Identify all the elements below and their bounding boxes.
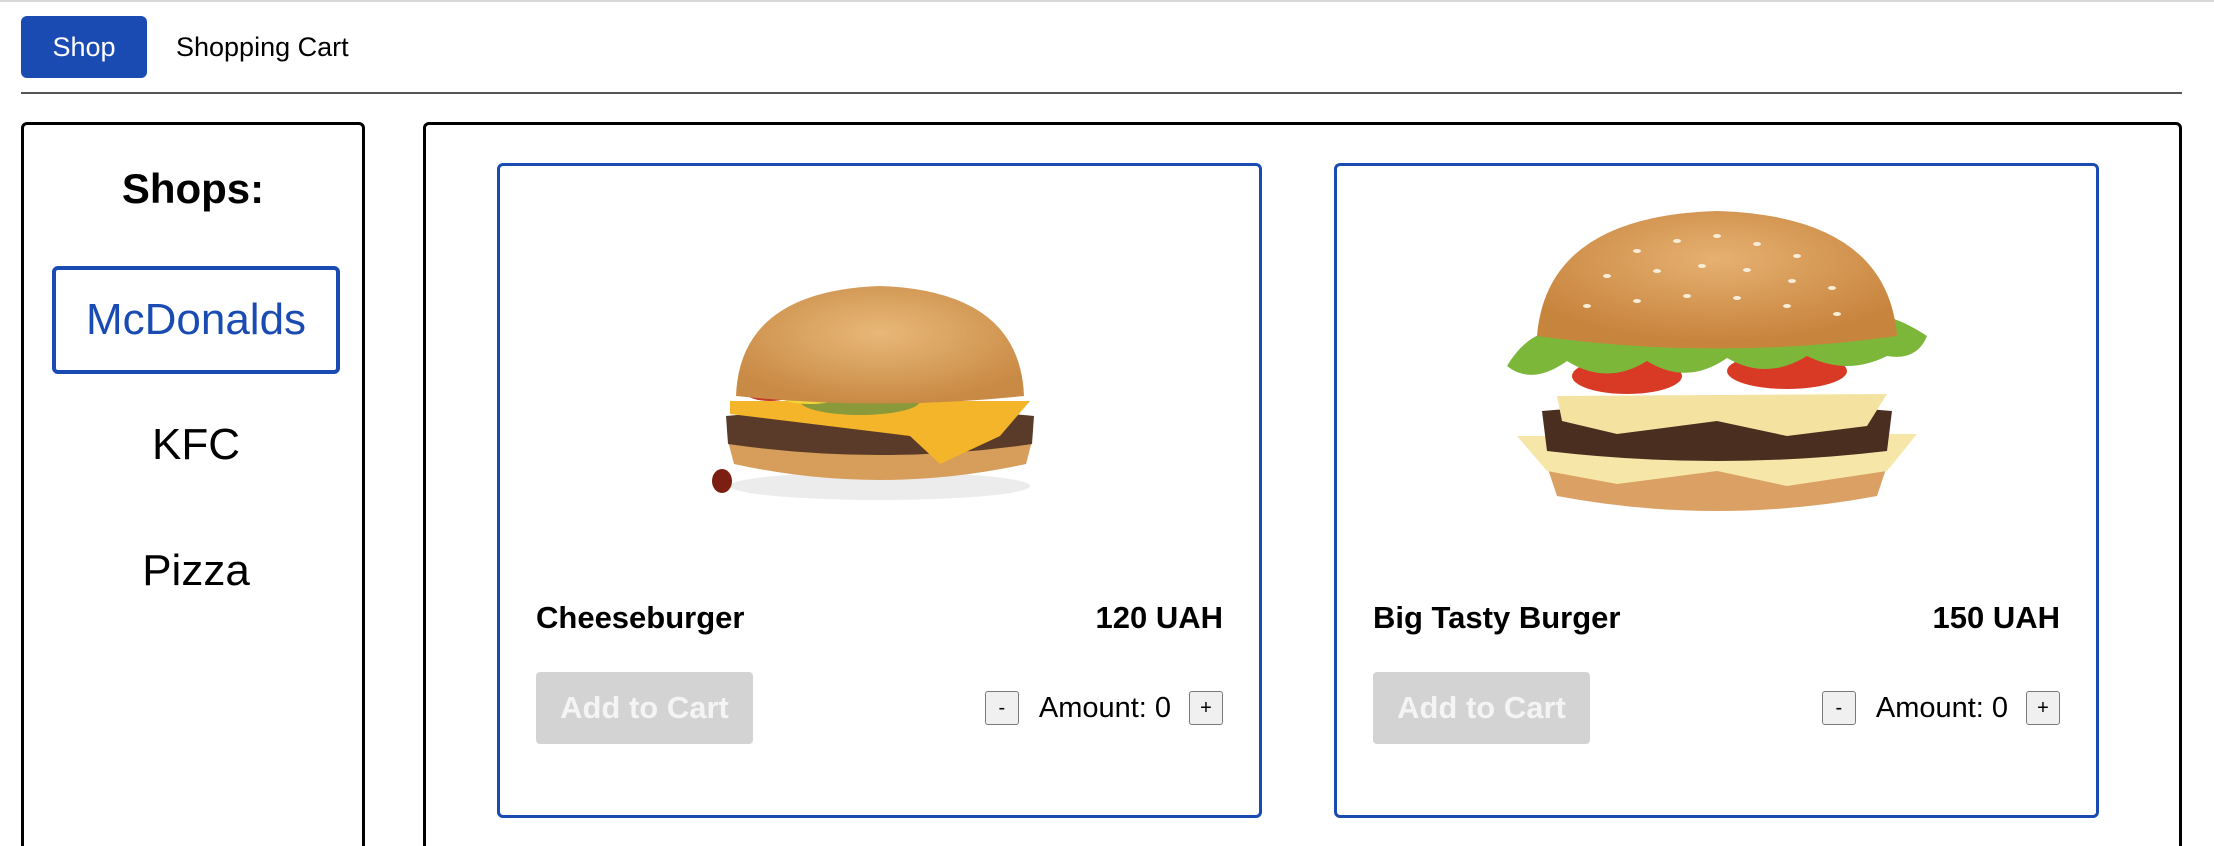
product-price: 120 UAH bbox=[1095, 600, 1224, 635]
product-name: Cheeseburger bbox=[536, 600, 745, 635]
cheeseburger-image bbox=[500, 196, 1259, 526]
add-to-cart-button[interactable]: Add to Cart bbox=[1373, 672, 1590, 744]
amount-value: 0 bbox=[1991, 691, 2008, 724]
increment-button[interactable]: + bbox=[2026, 691, 2060, 725]
nav-shopping-cart-link[interactable]: Shopping Cart bbox=[176, 32, 349, 63]
amount-display: Amount: 0 bbox=[1039, 692, 1171, 725]
products-panel: Cheeseburger 120 UAH Add to Cart - Amoun… bbox=[423, 122, 2182, 846]
big-tasty-burger-image bbox=[1337, 196, 2096, 526]
top-nav: Shop Shopping Cart bbox=[21, 16, 349, 78]
sidebar-item-mcdonalds[interactable]: McDonalds bbox=[52, 266, 340, 374]
nav-divider bbox=[21, 92, 2182, 94]
decrement-button[interactable]: - bbox=[984, 691, 1019, 725]
decrement-button[interactable]: - bbox=[1821, 691, 1856, 725]
increment-button[interactable]: + bbox=[1189, 691, 1223, 725]
top-rule bbox=[0, 0, 2214, 2]
product-card: Cheeseburger 120 UAH Add to Cart - Amoun… bbox=[497, 163, 1262, 818]
amount-label: Amount: bbox=[1038, 691, 1147, 724]
amount-display: Amount: 0 bbox=[1876, 692, 2008, 725]
amount-stepper: - Amount: 0 + bbox=[984, 689, 1223, 727]
add-to-cart-button[interactable]: Add to Cart bbox=[536, 672, 753, 744]
shops-sidebar: Shops: McDonalds KFC Pizza bbox=[21, 122, 365, 846]
nav-shop-button[interactable]: Shop bbox=[21, 16, 147, 78]
app-page: Shop Shopping Cart Shops: McDonalds KFC … bbox=[0, 0, 2214, 846]
product-price: 150 UAH bbox=[1932, 600, 2061, 635]
amount-stepper: - Amount: 0 + bbox=[1821, 689, 2060, 727]
sidebar-item-kfc[interactable]: KFC bbox=[52, 391, 340, 499]
sidebar-title: Shops: bbox=[121, 165, 265, 212]
amount-label: Amount: bbox=[1875, 691, 1984, 724]
sidebar-item-pizza[interactable]: Pizza bbox=[52, 517, 340, 625]
amount-value: 0 bbox=[1154, 691, 1171, 724]
product-card: Big Tasty Burger 150 UAH Add to Cart - A… bbox=[1334, 163, 2099, 818]
product-name: Big Tasty Burger bbox=[1373, 600, 1621, 635]
